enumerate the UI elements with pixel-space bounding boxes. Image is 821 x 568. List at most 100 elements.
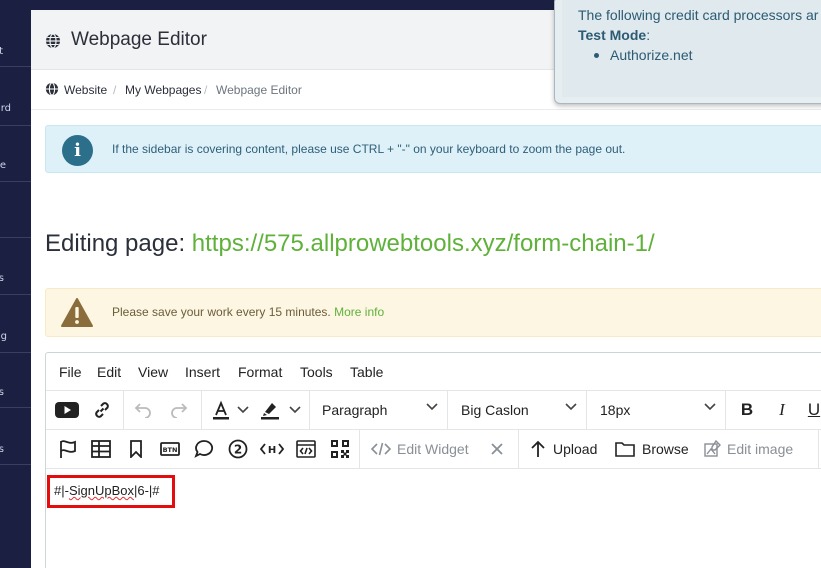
test-mode-label: Test Mode: [578, 27, 647, 43]
font-size-select[interactable]: 18px: [600, 399, 720, 421]
toolbar-divider: [123, 391, 124, 430]
font-size-value: 18px: [600, 402, 631, 418]
toolbar-divider: [818, 430, 819, 469]
highlighted-shortcode: #|-SignUpBox|6-|#: [47, 475, 175, 508]
close-icon[interactable]: [487, 438, 507, 460]
breadcrumb-website[interactable]: Website: [64, 83, 107, 97]
flag-icon[interactable]: [56, 438, 80, 460]
menu-table[interactable]: Table: [350, 364, 383, 380]
sidebar-divider: [0, 66, 31, 67]
svg-text:BTN: BTN: [163, 446, 178, 454]
font-family-value: Big Caslon: [461, 402, 529, 418]
sidebar-divider: [0, 464, 31, 465]
info-icon: i: [62, 135, 93, 166]
editing-url: https://575.allprowebtools.xyz/form-chai…: [191, 230, 655, 257]
warning-icon: [61, 298, 93, 327]
embed-code-icon[interactable]: [294, 438, 318, 460]
sidebar-divider: [0, 407, 31, 408]
youtube-icon[interactable]: [54, 399, 80, 421]
breadcrumb-current: Webpage Editor: [216, 83, 302, 97]
shortcode-text[interactable]: #|-SignUpBox|6-|#: [54, 483, 160, 498]
menu-insert[interactable]: Insert: [185, 364, 220, 380]
popup-message: The following credit card processors ar: [578, 7, 819, 23]
highlight-color-icon[interactable]: [258, 399, 282, 421]
button-icon[interactable]: BTN: [158, 438, 182, 460]
bookmark-icon[interactable]: [125, 438, 147, 460]
toolbar-divider: [309, 391, 310, 430]
chevron-down-icon[interactable]: [288, 399, 302, 421]
globe-icon: [45, 82, 59, 96]
shortcode-suffix: |6-|#: [133, 483, 160, 498]
warning-alert-text: Please save your work every 15 minutes. …: [112, 305, 384, 319]
sidebar-divider: [0, 294, 31, 295]
font-family-select[interactable]: Big Caslon: [461, 399, 581, 421]
menu-view[interactable]: View: [138, 364, 168, 380]
svg-text:2: 2: [234, 443, 242, 457]
code-icon: [371, 442, 391, 456]
bold-icon[interactable]: B: [735, 399, 759, 421]
italic-icon[interactable]: I: [770, 399, 794, 421]
processor-popup: The following credit card processors ar …: [554, 0, 821, 104]
rich-text-editor: File Edit View Insert Format Tools Table: [45, 352, 821, 568]
comment-icon[interactable]: [192, 438, 216, 460]
left-sidebar: t rd e s g s s: [0, 0, 31, 568]
menu-file[interactable]: File: [59, 364, 82, 380]
numbered-circle-icon[interactable]: 2: [226, 438, 250, 460]
page-title: Webpage Editor: [71, 29, 207, 50]
sidebar-divider: [0, 125, 31, 126]
breadcrumb-separator: /: [204, 83, 208, 97]
edit-widget-button[interactable]: Edit Widget: [371, 438, 476, 460]
chevron-down-icon[interactable]: [236, 399, 250, 421]
breadcrumb-my-webpages[interactable]: My Webpages: [125, 83, 201, 97]
more-info-link[interactable]: More info: [334, 305, 384, 319]
upload-icon: [531, 440, 545, 457]
chevron-down-icon: [426, 403, 438, 411]
text-color-icon[interactable]: [209, 399, 233, 421]
popup-body: The following credit card processors ar …: [562, 0, 821, 97]
toolbar-divider: [725, 391, 726, 430]
toolbar-divider: [586, 391, 587, 430]
globe-icon: [46, 33, 60, 49]
toolbar-divider: [518, 430, 519, 469]
browse-label: Browse: [642, 441, 689, 457]
svg-text:H: H: [268, 445, 276, 456]
folder-icon: [615, 442, 635, 457]
block-format-select[interactable]: Paragraph: [322, 399, 442, 421]
list-bullet: [594, 53, 599, 58]
chevron-down-icon: [565, 403, 577, 411]
info-alert: i If the sidebar is covering content, pl…: [45, 125, 821, 173]
link-icon[interactable]: [90, 399, 114, 421]
sidebar-divider: [0, 237, 31, 238]
info-alert-text: If the sidebar is covering content, plea…: [112, 142, 626, 156]
sidebar-divider: [0, 352, 31, 353]
toolbar-divider: [359, 430, 360, 469]
breadcrumb-separator: /: [113, 83, 117, 97]
shortcode-prefix: #|-: [54, 483, 69, 498]
editor-content-area[interactable]: #|-SignUpBox|6-|#: [46, 469, 821, 568]
warning-message: Please save your work every 15 minutes.: [112, 305, 331, 319]
heading-code-icon[interactable]: H: [259, 438, 285, 460]
redo-icon[interactable]: [168, 399, 190, 421]
warning-alert: Please save your work every 15 minutes. …: [45, 288, 821, 337]
undo-icon[interactable]: [132, 399, 154, 421]
edit-image-button[interactable]: Edit image: [703, 438, 803, 460]
underline-icon[interactable]: U: [804, 399, 821, 421]
shortcode-name: SignUpBox: [68, 483, 134, 498]
qr-code-icon[interactable]: [328, 438, 352, 460]
toolbar-divider: [447, 391, 448, 430]
table-icon[interactable]: [89, 438, 113, 460]
block-format-value: Paragraph: [322, 402, 388, 418]
upload-button[interactable]: Upload: [530, 438, 605, 460]
menu-format[interactable]: Format: [238, 364, 282, 380]
upload-label: Upload: [553, 441, 598, 457]
editor-toolbar-1: Paragraph Big Caslon 18px B I U: [46, 391, 821, 430]
popup-mode: Test Mode:: [578, 27, 650, 43]
edit-image-label: Edit image: [727, 441, 794, 457]
editing-heading: Editing page: https://575.allprowebtools…: [45, 230, 655, 258]
editor-toolbar-2: BTN 2 H Edit Widget Upload Browse Edit i…: [46, 430, 821, 469]
browse-button[interactable]: Browse: [615, 438, 690, 460]
menu-tools[interactable]: Tools: [300, 364, 333, 380]
edit-widget-label: Edit Widget: [397, 441, 469, 457]
processor-item: Authorize.net: [610, 47, 693, 63]
menu-edit[interactable]: Edit: [97, 364, 121, 380]
